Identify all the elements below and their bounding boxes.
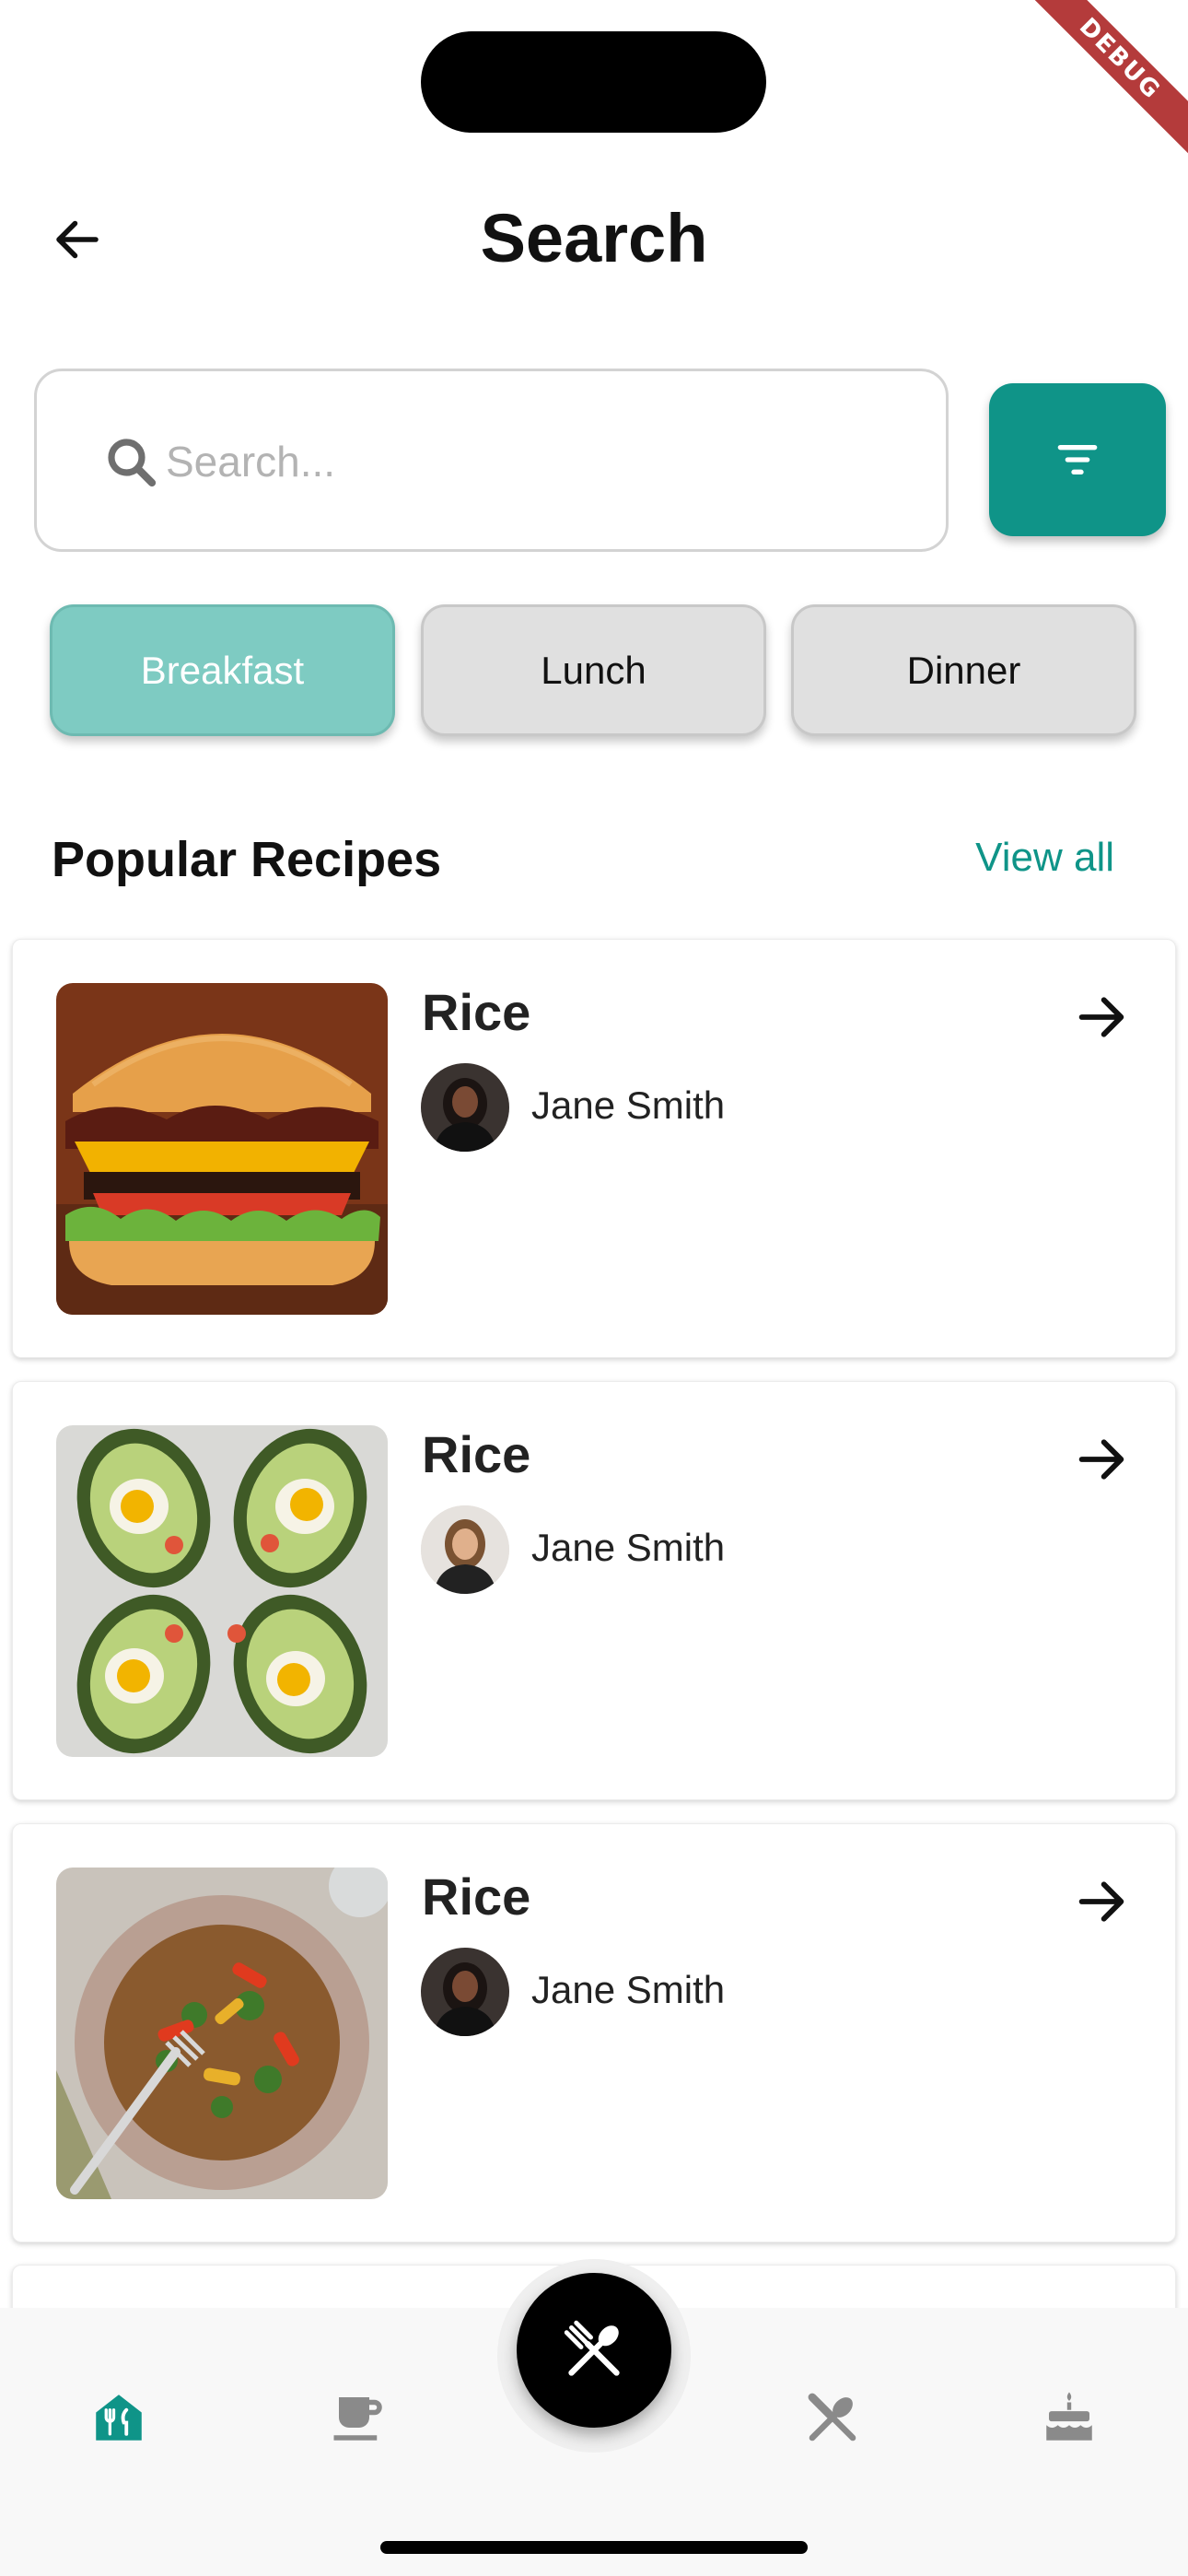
recipe-image-burger [56,983,388,1315]
recipe-title: Rice [422,1868,531,1926]
recipe-image-avocado-eggs [56,1425,388,1757]
coffee-cup-icon [333,2397,382,2441]
avatar [421,1063,509,1152]
arrow-right-icon[interactable] [1072,1430,1131,1489]
nav-item-home[interactable] [86,2384,152,2451]
recipes-fab-button[interactable] [517,2273,671,2428]
chip-lunch[interactable]: Lunch [421,604,766,736]
recipe-author: Jane Smith [531,1083,726,1127]
debug-banner: DEBUG [1004,0,1188,184]
arrow-right-icon[interactable] [1072,1872,1131,1931]
recipe-author: Jane Smith [531,1526,726,1569]
arrow-right-icon[interactable] [1072,988,1131,1047]
search-input[interactable] [166,417,903,506]
search-icon [108,439,157,487]
avatar [421,1948,509,2036]
page-title: Search [480,200,708,276]
recipe-card[interactable]: Rice Jane Smith [12,1381,1176,1800]
chip-breakfast[interactable]: Breakfast [50,604,395,736]
filter-button[interactable] [989,383,1166,536]
recipe-card[interactable]: Rice Jane Smith [12,1823,1176,2242]
chip-dinner[interactable]: Dinner [791,604,1136,736]
utensils-cross-icon [564,2320,620,2376]
search-field[interactable] [34,369,949,552]
recipe-card[interactable]: Rice Jane Smith [12,939,1176,1358]
dynamic-island [421,31,766,133]
recipe-title: Rice [422,1425,531,1483]
nav-item-desserts[interactable] [1036,2384,1102,2451]
avatar [421,1505,509,1594]
recipe-image-veggie-bowl [56,1868,388,2199]
cake-icon [1046,2392,1092,2441]
recipe-title: Rice [422,983,531,1041]
nav-item-dining[interactable] [799,2384,866,2451]
nav-item-drinks[interactable] [326,2384,392,2451]
chip-label: Dinner [906,648,1021,692]
restaurant-menu-icon [96,2395,142,2441]
spoon-knife-icon [808,2393,856,2441]
debug-banner-label: DEBUG [1021,0,1188,158]
view-all-link[interactable]: View all [975,835,1114,881]
recipe-author: Jane Smith [531,1968,726,2011]
chip-label: Lunch [541,648,646,692]
home-indicator [380,2541,808,2554]
filter-icon [1057,445,1098,474]
section-title: Popular Recipes [52,832,442,887]
chip-label: Breakfast [140,648,305,692]
